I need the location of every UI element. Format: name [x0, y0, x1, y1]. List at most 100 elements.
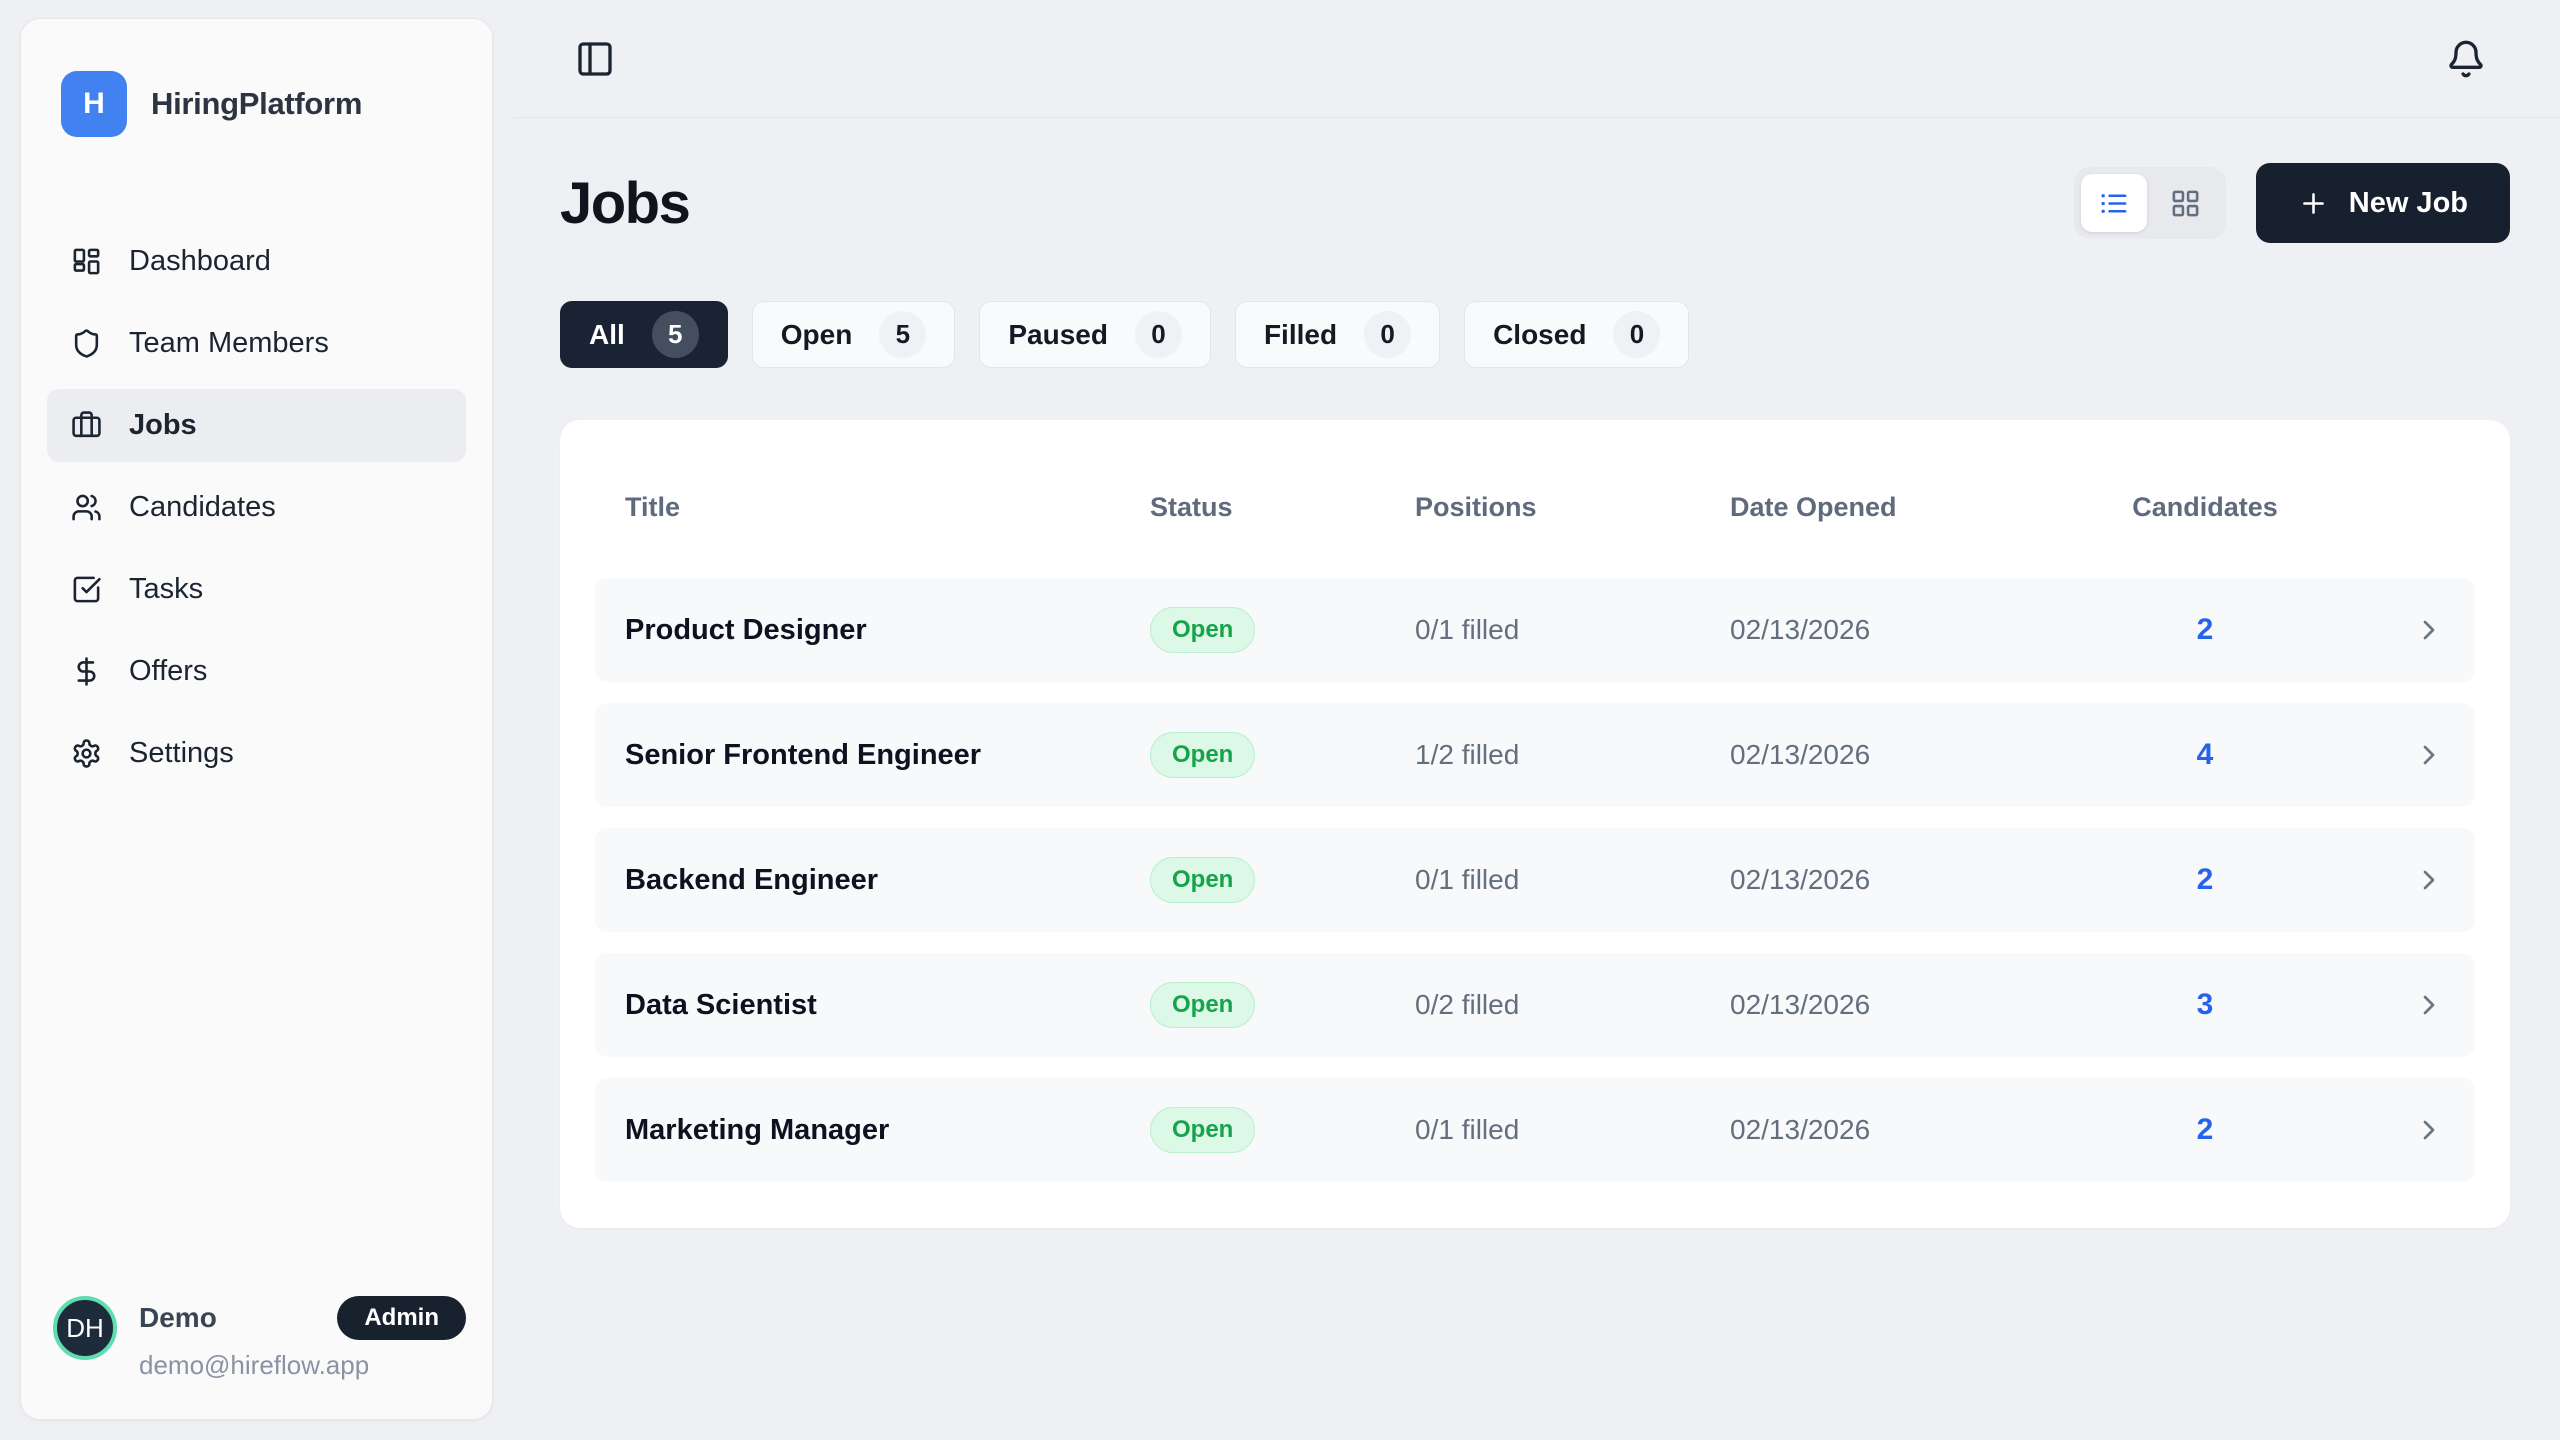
filter-label: All [589, 319, 625, 351]
filter-tab-paused[interactable]: Paused 0 [979, 301, 1211, 368]
briefcase-icon [71, 410, 102, 441]
table-header: Title Status Positions Date Opened Candi… [595, 464, 2475, 550]
heading-controls: New Job [2074, 163, 2510, 243]
job-positions: 0/2 filled [1415, 989, 1730, 1021]
job-positions: 0/1 filled [1415, 1114, 1730, 1146]
job-candidates-count[interactable]: 2 [2130, 1113, 2280, 1147]
user-meta: Demo Admin demo@hireflow.app [139, 1296, 466, 1381]
filter-count-badge: 5 [879, 311, 926, 358]
job-title: Data Scientist [625, 989, 1150, 1022]
notifications-button[interactable] [2446, 39, 2486, 79]
job-positions: 1/2 filled [1415, 739, 1730, 771]
job-candidates-count[interactable]: 2 [2130, 613, 2280, 647]
job-date-opened: 02/13/2026 [1730, 864, 2130, 896]
filter-tab-open[interactable]: Open 5 [752, 301, 956, 368]
column-header-positions: Positions [1415, 492, 1730, 523]
job-title: Marketing Manager [625, 1114, 1150, 1147]
table-row-senior-frontend-engineer[interactable]: Senior Frontend Engineer Open 1/2 filled… [595, 703, 2475, 807]
filter-label: Paused [1008, 319, 1108, 351]
filter-count-badge: 0 [1135, 311, 1182, 358]
sidebar-item-label: Candidates [129, 491, 276, 524]
chevron-right-icon [2401, 1114, 2445, 1146]
table-row-backend-engineer[interactable]: Backend Engineer Open 0/1 filled 02/13/2… [595, 828, 2475, 932]
filter-tab-closed[interactable]: Closed 0 [1464, 301, 1689, 368]
plus-icon [2298, 188, 2329, 219]
status-badge: Open [1150, 857, 1255, 903]
sidebar-item-offers[interactable]: Offers [47, 635, 466, 708]
chevron-right-icon [2401, 864, 2445, 896]
filter-count-badge: 0 [1364, 311, 1411, 358]
chevron-right-icon [2401, 739, 2445, 771]
job-date-opened: 02/13/2026 [1730, 1114, 2130, 1146]
sidebar-item-team-members[interactable]: Team Members [47, 307, 466, 380]
list-icon [2098, 188, 2129, 219]
screen: H HiringPlatform Dashboard Team Members … [0, 0, 2560, 1440]
main-content: Jobs New Job All 5 Open 5 Paused 0 Fille… [513, 119, 2560, 1440]
sidebar: H HiringPlatform Dashboard Team Members … [20, 18, 493, 1420]
layout-dashboard-icon [71, 246, 102, 277]
filter-tab-all[interactable]: All 5 [560, 301, 728, 368]
table-row-product-designer[interactable]: Product Designer Open 0/1 filled 02/13/2… [595, 578, 2475, 682]
sidebar-item-candidates[interactable]: Candidates [47, 471, 466, 544]
table-row-data-scientist[interactable]: Data Scientist Open 0/2 filled 02/13/202… [595, 953, 2475, 1057]
user-name: Demo [139, 1302, 217, 1334]
user-card[interactable]: DH Demo Admin demo@hireflow.app [47, 1296, 466, 1381]
status-badge: Open [1150, 1107, 1255, 1153]
job-candidates-count[interactable]: 2 [2130, 863, 2280, 897]
filter-label: Open [781, 319, 853, 351]
job-candidates-count[interactable]: 4 [2130, 738, 2280, 772]
sidebar-item-label: Tasks [129, 573, 203, 606]
view-toggle [2074, 167, 2226, 239]
status-badge: Open [1150, 732, 1255, 778]
sidebar-item-label: Offers [129, 655, 207, 688]
shield-icon [71, 328, 102, 359]
job-title: Senior Frontend Engineer [625, 739, 1150, 772]
topbar [513, 0, 2560, 118]
bell-icon [2446, 39, 2486, 79]
sidebar-item-label: Settings [129, 737, 234, 770]
grid-icon [2170, 188, 2201, 219]
job-candidates-count[interactable]: 3 [2130, 988, 2280, 1022]
avatar: DH [53, 1296, 117, 1360]
check-square-icon [71, 574, 102, 605]
panel-left-icon [575, 39, 615, 79]
sidebar-item-label: Jobs [129, 409, 197, 442]
role-badge: Admin [337, 1296, 466, 1340]
job-title: Product Designer [625, 614, 1150, 647]
sidebar-item-tasks[interactable]: Tasks [47, 553, 466, 626]
heading-row: Jobs New Job [560, 163, 2510, 243]
new-job-button[interactable]: New Job [2256, 163, 2510, 243]
sidebar-nav: Dashboard Team Members Jobs Candidates T… [47, 225, 466, 790]
filter-label: Closed [1493, 319, 1586, 351]
new-job-label: New Job [2349, 187, 2468, 220]
column-header-status: Status [1150, 492, 1415, 523]
page-title: Jobs [560, 170, 689, 237]
gear-icon [71, 738, 102, 769]
list-view-button[interactable] [2081, 174, 2147, 232]
column-header-title: Title [625, 492, 1150, 523]
app-logo-icon: H [61, 71, 127, 137]
filter-tab-filled[interactable]: Filled 0 [1235, 301, 1440, 368]
sidebar-item-settings[interactable]: Settings [47, 717, 466, 790]
grid-view-button[interactable] [2153, 174, 2219, 232]
sidebar-item-dashboard[interactable]: Dashboard [47, 225, 466, 298]
column-header-date-opened: Date Opened [1730, 492, 2130, 523]
job-date-opened: 02/13/2026 [1730, 739, 2130, 771]
sidebar-toggle-button[interactable] [575, 39, 615, 79]
status-badge: Open [1150, 982, 1255, 1028]
column-header-candidates: Candidates [2130, 492, 2280, 523]
chevron-right-icon [2401, 614, 2445, 646]
table-row-marketing-manager[interactable]: Marketing Manager Open 0/1 filled 02/13/… [595, 1078, 2475, 1182]
job-positions: 0/1 filled [1415, 614, 1730, 646]
status-badge: Open [1150, 607, 1255, 653]
table-body: Product Designer Open 0/1 filled 02/13/2… [595, 578, 2475, 1182]
job-positions: 0/1 filled [1415, 864, 1730, 896]
sidebar-item-jobs[interactable]: Jobs [47, 389, 466, 462]
sidebar-item-label: Dashboard [129, 245, 271, 278]
app-name: HiringPlatform [151, 86, 362, 122]
dollar-icon [71, 656, 102, 687]
chevron-right-icon [2401, 989, 2445, 1021]
user-email: demo@hireflow.app [139, 1350, 466, 1381]
filter-tabs: All 5 Open 5 Paused 0 Filled 0 Closed 0 [560, 301, 2510, 368]
job-title: Backend Engineer [625, 864, 1150, 897]
